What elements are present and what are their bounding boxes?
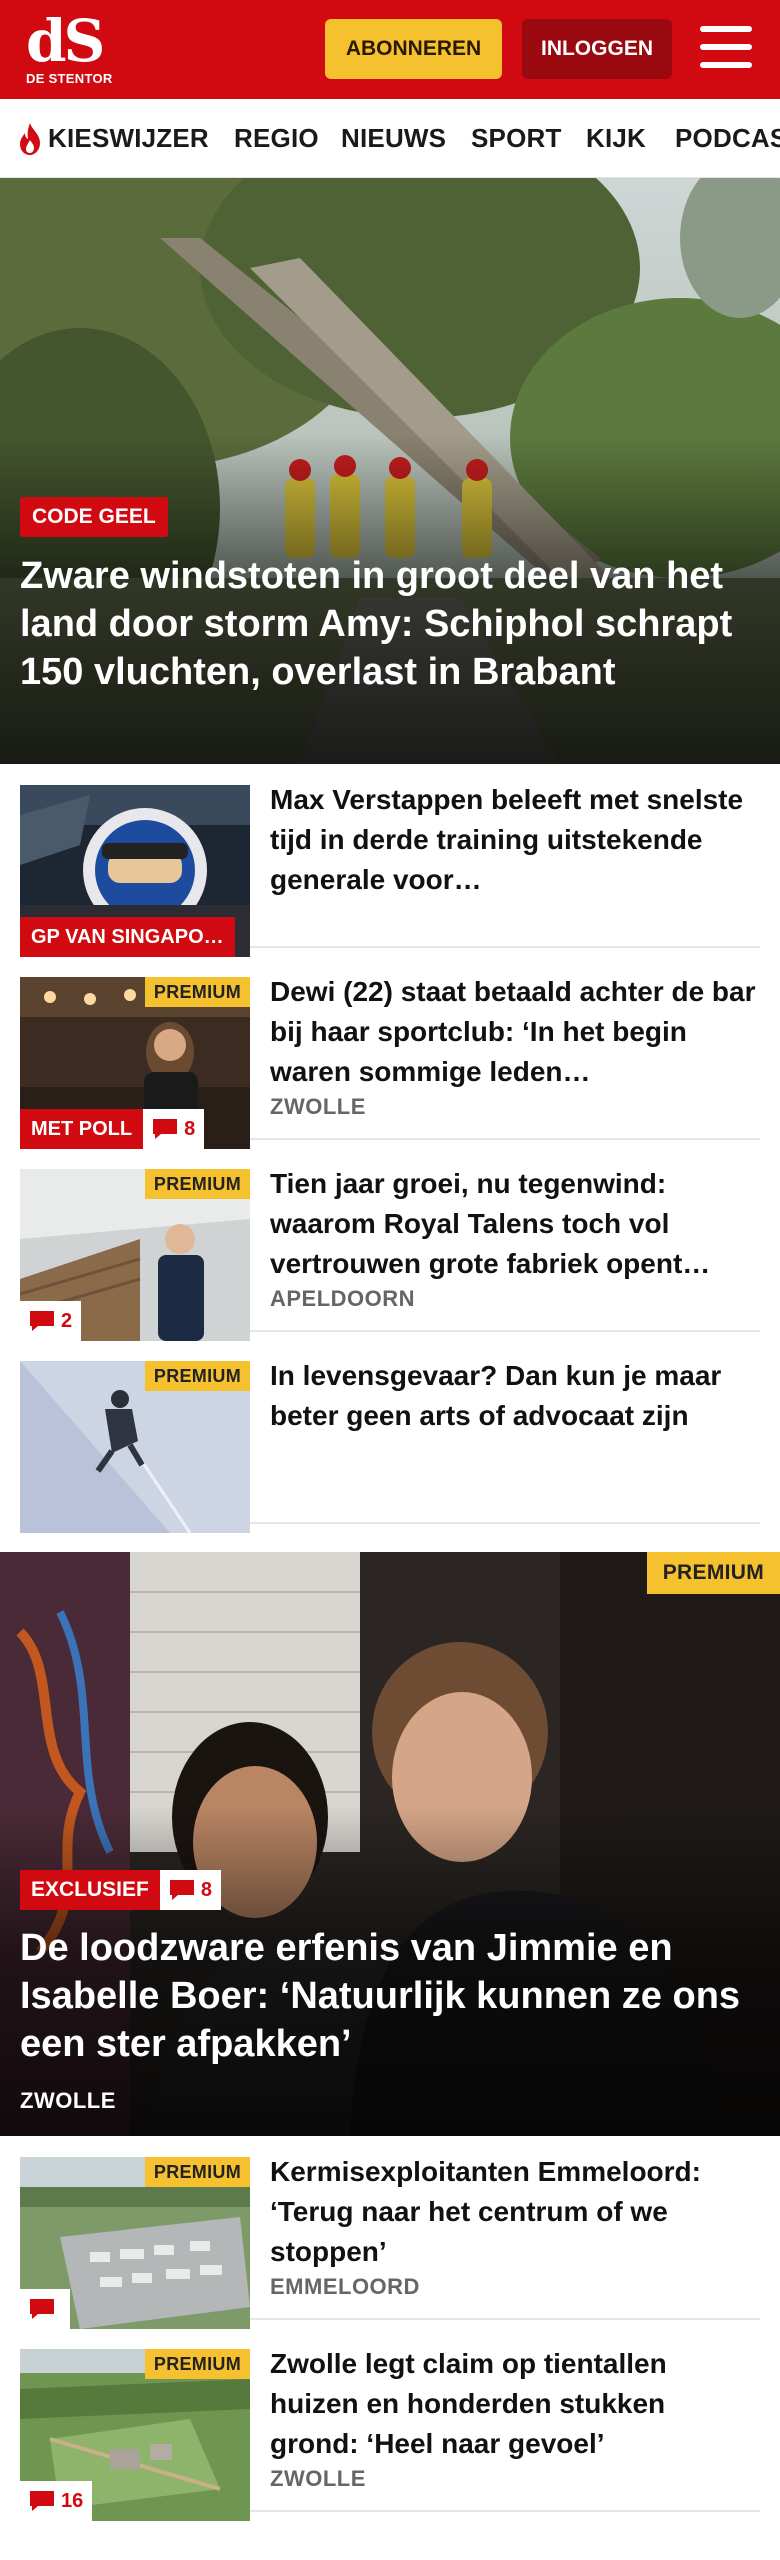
premium-badge: PREMIUM: [144, 977, 250, 1007]
feature-tag: EXCLUSIEF: [20, 1870, 160, 1910]
hero-article[interactable]: CODE GEEL Zware windstoten in groot deel…: [0, 178, 780, 764]
login-button[interactable]: INLOGGEN: [522, 19, 672, 79]
article-title[interactable]: Tien jaar groei, nu tegenwind: waarom Ro…: [270, 1164, 760, 1284]
nav-label: NIEUWS: [341, 123, 447, 153]
article-title[interactable]: Max Verstappen beleeft met snelste tijd …: [270, 780, 760, 900]
comment-count[interactable]: [20, 2289, 70, 2329]
flame-icon: [20, 122, 40, 155]
article-tag: GP VAN SINGAPO…: [20, 917, 235, 957]
article-title[interactable]: In levensgevaar? Dan kun je maar beter g…: [270, 1356, 760, 1436]
comment-icon: [30, 2491, 54, 2511]
comment-count[interactable]: 8: [159, 1870, 221, 1910]
article-thumbnail: PREMIUM: [20, 2157, 250, 2329]
list-item[interactable]: PREMIUM Kermisexploitanten Emmeloord: ‘T…: [20, 2140, 760, 2329]
nav-item-kieswijzer[interactable]: KIESWIJZER: [16, 99, 209, 177]
article-title[interactable]: Kermisexploitanten Emmeloord: ‘Terug naa…: [270, 2152, 760, 2272]
premium-badge: PREMIUM: [144, 1361, 250, 1391]
article-place: ZWOLLE: [270, 2466, 366, 2491]
thumbnail-labels: 2: [20, 1301, 82, 1341]
logo-name: DE STENTOR: [26, 71, 113, 86]
thumbnail-labels: 16: [20, 2481, 93, 2521]
article-thumbnail: PREMIUM 16: [20, 2349, 250, 2521]
comment-count[interactable]: 16: [20, 2481, 93, 2521]
hero-tag: CODE GEEL: [20, 497, 168, 537]
nav-item-sport[interactable]: SPORT: [471, 99, 562, 177]
nav-item-regio[interactable]: REGIO: [234, 99, 319, 177]
nav-label: SPORT: [471, 123, 562, 153]
comment-count-value: 8: [184, 1117, 196, 1140]
site-logo[interactable]: dS DE STENTOR: [26, 12, 116, 90]
hero-title[interactable]: Zware windstoten in groot deel van het l…: [20, 552, 740, 696]
nav-item-nieuws[interactable]: NIEUWS: [341, 99, 447, 177]
article-place: APELDOORN: [270, 1286, 416, 1311]
comment-icon: [30, 1311, 54, 1331]
logo-mark: dS: [26, 7, 105, 75]
article-thumbnail: PREMIUM: [20, 1361, 250, 1533]
feature-article[interactable]: PREMIUM EXCLUSIEF 8 De loodzware erfenis…: [0, 1552, 780, 2136]
article-title[interactable]: Zwolle legt claim op tientallen huizen e…: [270, 2344, 760, 2464]
subscribe-button[interactable]: ABONNEREN: [325, 19, 502, 79]
hamburger-menu-icon[interactable]: [700, 24, 752, 70]
comment-icon: [153, 1119, 178, 1139]
nav-item-podcast[interactable]: PODCAS: [675, 99, 780, 177]
nav-label: REGIO: [234, 123, 319, 153]
premium-badge: PREMIUM: [144, 2349, 250, 2379]
article-thumbnail: PREMIUM 2: [20, 1169, 250, 1341]
top-bar: dS DE STENTOR ABONNEREN INLOGGEN: [0, 0, 780, 99]
feature-title[interactable]: De loodzware erfenis van Jimmie en Isabe…: [20, 1924, 750, 2068]
article-tag: MET POLL: [20, 1109, 144, 1149]
list-item[interactable]: PREMIUM 2 Tien jaar groei, nu tegenwind:…: [20, 1152, 760, 1341]
premium-badge: PREMIUM: [646, 1552, 780, 1594]
comment-icon: [169, 1880, 194, 1900]
premium-badge: PREMIUM: [144, 2157, 250, 2187]
premium-badge: PREMIUM: [144, 1169, 250, 1199]
comment-count[interactable]: 8: [143, 1109, 205, 1149]
article-title[interactable]: Dewi (22) staat betaald achter de bar bi…: [270, 972, 760, 1092]
comment-icon: [30, 2299, 54, 2319]
article-place: EMMELOORD: [270, 2274, 420, 2299]
feature-place: ZWOLLE: [20, 2088, 116, 2113]
article-thumbnail: PREMIUM MET POLL 8: [20, 977, 250, 1149]
comment-count-value: 2: [61, 1309, 73, 1332]
article-thumbnail: GP VAN SINGAPO…: [20, 785, 250, 957]
thumbnail-labels: [20, 2289, 70, 2329]
comment-count-value: 16: [61, 2489, 84, 2512]
comment-count[interactable]: 2: [20, 1301, 82, 1341]
list-item[interactable]: GP VAN SINGAPO… Max Verstappen beleeft m…: [20, 768, 760, 957]
list-item[interactable]: PREMIUM MET POLL 8 Dewi (22) staat betaa…: [20, 960, 760, 1149]
comment-count-value: 8: [200, 1878, 212, 1901]
nav-label: KIJK: [586, 123, 647, 153]
thumbnail-labels: MET POLL 8: [20, 1109, 205, 1149]
thumbnail-labels: GP VAN SINGAPO…: [20, 917, 235, 957]
list-item[interactable]: PREMIUM In levensgevaar? Dan kun je maar…: [20, 1344, 760, 1533]
nav-item-kijk[interactable]: KIJK: [586, 99, 647, 177]
list-item[interactable]: PREMIUM 16 Zwolle legt claim op tientall…: [20, 2332, 760, 2521]
article-place: ZWOLLE: [270, 1094, 366, 1119]
feature-labels: EXCLUSIEF 8: [20, 1870, 221, 1910]
nav-label: KIESWIJZER: [48, 123, 209, 153]
main-navigation: KIESWIJZER REGIO NIEUWS SPORT KIJK PODCA…: [0, 99, 780, 178]
nav-label: PODCAS: [675, 123, 780, 153]
